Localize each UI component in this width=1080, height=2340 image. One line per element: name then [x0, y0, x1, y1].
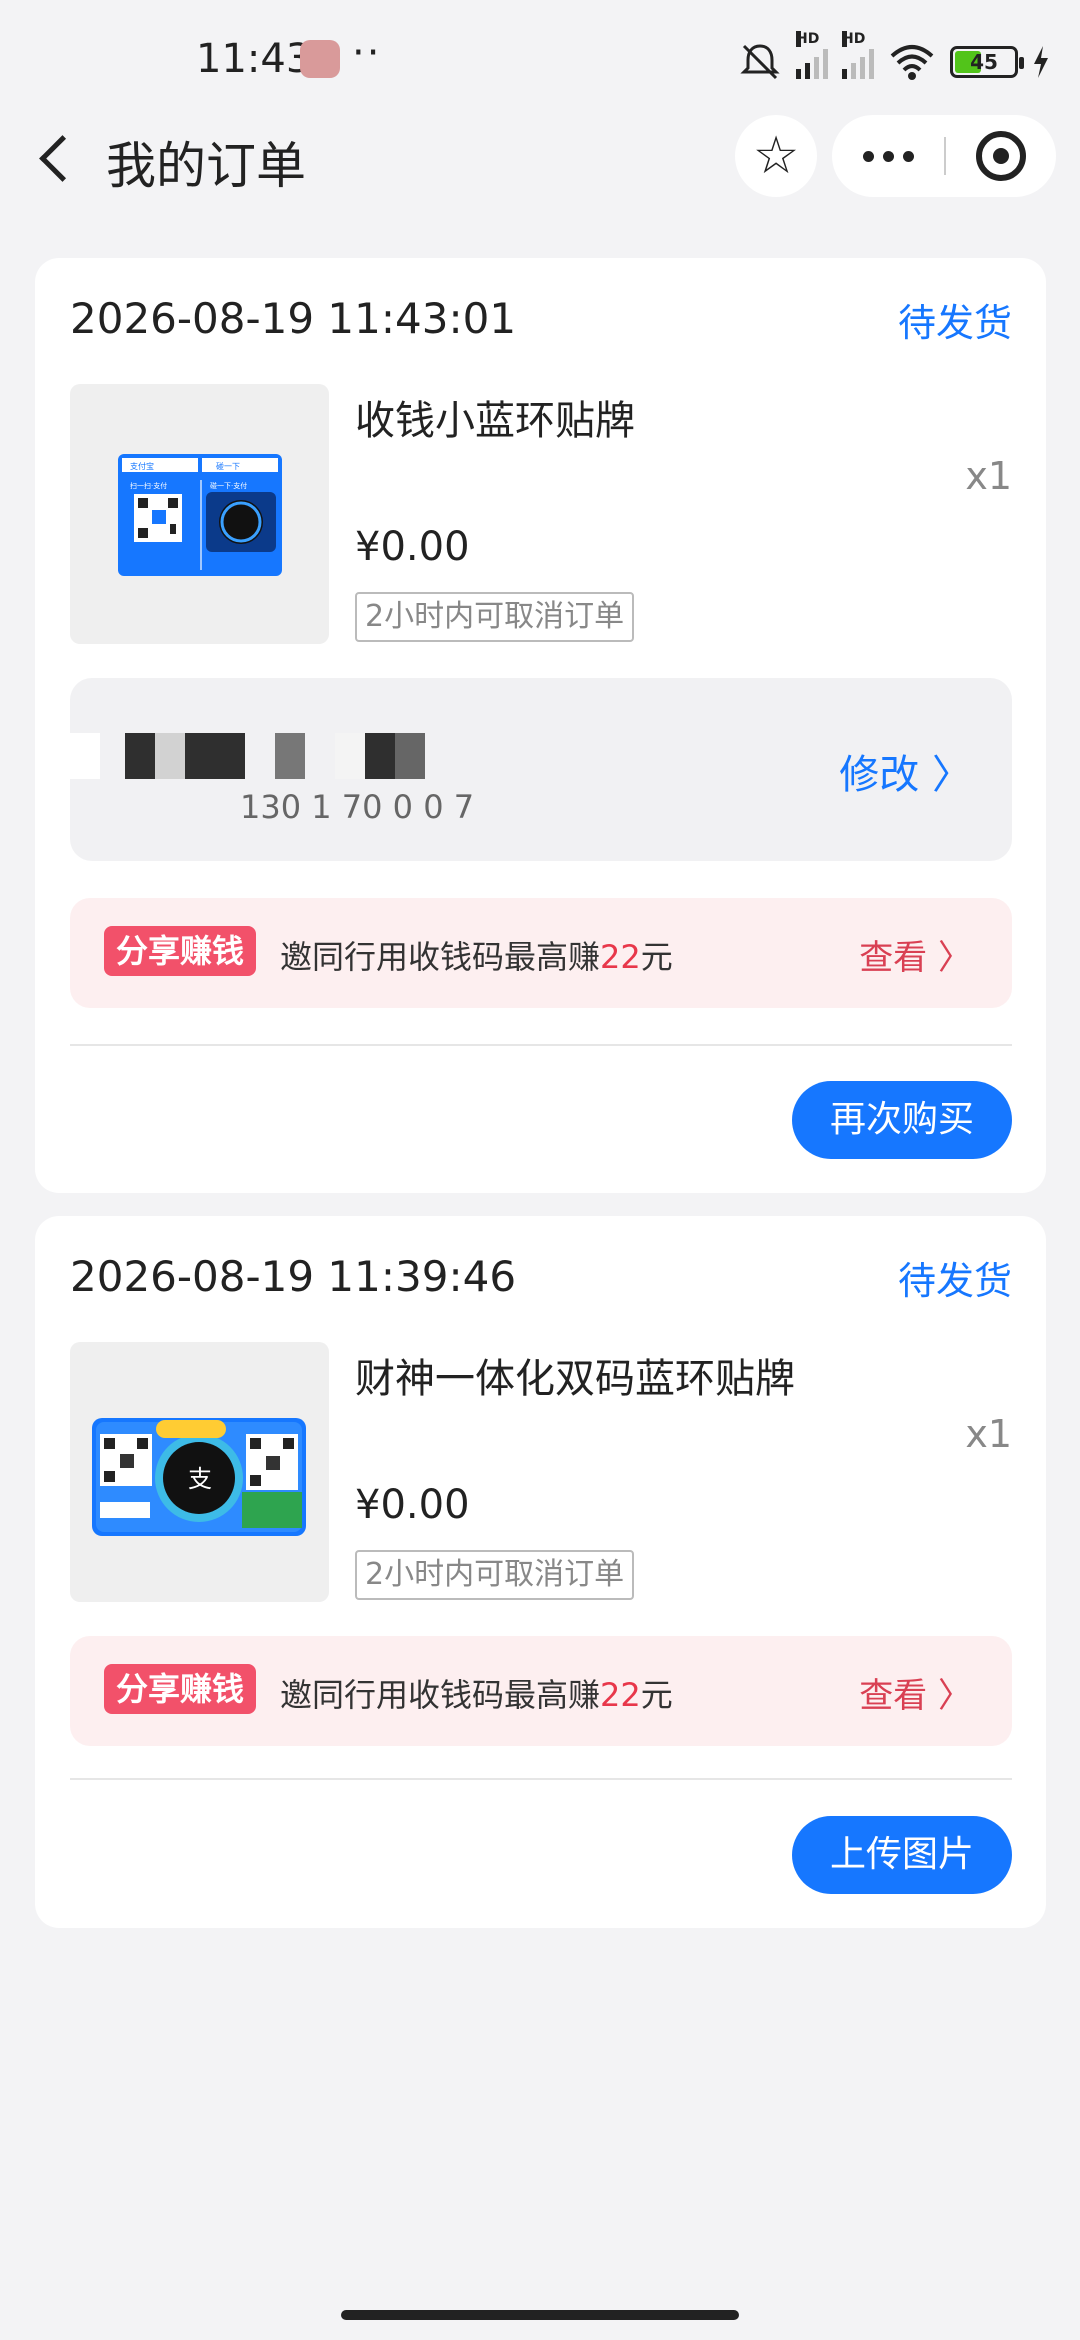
- battery-icon: 45: [950, 46, 1024, 78]
- cancel-tip-badge: 2小时内可取消订单: [355, 592, 635, 642]
- share-earn-banner[interactable]: 分享赚钱 邀同行用收钱码最高赚22元 查看 〉: [70, 1636, 1012, 1746]
- nav-bar: 我的订单 ☆: [0, 112, 1080, 202]
- address-phone: 130 1 70 0 0 7: [240, 788, 475, 826]
- promo-text: 邀同行用收钱码最高赚22元: [280, 938, 673, 976]
- promo-tag: 分享赚钱: [104, 926, 257, 976]
- product-name[interactable]: 财神一体化双码蓝环贴牌: [355, 1346, 795, 1404]
- order-card: 2026-08-19 11:43:01 待发货 支付宝 碰一下 扫一扫·支付 碰…: [35, 258, 1046, 1193]
- promo-view-link[interactable]: 查看 〉: [859, 1668, 972, 1717]
- back-button[interactable]: [30, 128, 90, 188]
- signal-icon-2: HD: [842, 31, 874, 79]
- promo-amount: 22: [600, 1676, 641, 1714]
- product-name[interactable]: 收钱小蓝环贴牌: [355, 388, 635, 446]
- product-thumbnail[interactable]: 支: [70, 1342, 329, 1602]
- status-bar: 11:43 ·· HD HD 45: [0, 0, 1080, 120]
- upload-image-button[interactable]: 上传图片: [792, 1816, 1012, 1894]
- product-quantity: x1: [965, 1412, 1012, 1456]
- product-thumbnail[interactable]: 支付宝 碰一下 扫一扫·支付 碰一下·支付: [70, 384, 329, 644]
- battery-level: 45: [970, 50, 998, 74]
- promo-tag: 分享赚钱: [104, 1664, 257, 1714]
- svg-text:碰一下·支付: 碰一下·支付: [210, 481, 247, 490]
- order-card: 2026-08-19 11:39:46 待发货 支 财神一体化双码蓝环贴牌 x1…: [35, 1216, 1046, 1928]
- close-target-icon: [976, 131, 1026, 181]
- shipping-address[interactable]: 130 1 70 0 0 7 修改 〉: [70, 678, 1012, 861]
- svg-text:碰一下: 碰一下: [216, 461, 240, 471]
- mini-program-capsule: [832, 115, 1056, 197]
- status-dots: ··: [352, 30, 382, 76]
- status-time: 11:43: [196, 36, 312, 82]
- home-indicator[interactable]: [341, 2310, 739, 2320]
- divider: [70, 1044, 1012, 1046]
- promo-text: 邀同行用收钱码最高赚22元: [280, 1676, 673, 1714]
- promo-amount: 22: [600, 938, 641, 976]
- order-time: 2026-08-19 11:43:01: [70, 294, 517, 343]
- wifi-icon: [890, 45, 934, 80]
- cancel-tip-badge: 2小时内可取消订单: [355, 1550, 635, 1600]
- promo-view-link[interactable]: 查看 〉: [859, 930, 972, 979]
- edit-address-button[interactable]: 修改 〉: [839, 742, 972, 800]
- page-title: 我的订单: [106, 137, 306, 195]
- payment-sticker-image: 支付宝 碰一下 扫一扫·支付 碰一下·支付: [118, 454, 282, 576]
- buy-again-button[interactable]: 再次购买: [792, 1081, 1012, 1159]
- status-indicators: HD HD 45: [738, 31, 1050, 84]
- more-dots-icon: [862, 150, 874, 162]
- star-outline-icon: ☆: [752, 126, 800, 186]
- svg-text:扫一扫·支付: 扫一扫·支付: [130, 481, 167, 490]
- app-notification-icon: [300, 40, 340, 78]
- payment-sticker-image: 支: [92, 1418, 306, 1536]
- order-time: 2026-08-19 11:39:46: [70, 1252, 517, 1301]
- mute-vibrate-icon: [740, 44, 780, 80]
- order-status: 待发货: [897, 1259, 1012, 1303]
- product-quantity: x1: [965, 454, 1012, 498]
- redacted-address: [70, 693, 510, 813]
- more-button[interactable]: [832, 115, 944, 197]
- product-price: ¥0.00: [355, 1482, 470, 1528]
- product-price: ¥0.00: [355, 524, 470, 570]
- share-earn-banner[interactable]: 分享赚钱 邀同行用收钱码最高赚22元 查看 〉: [70, 898, 1012, 1008]
- svg-text:支: 支: [188, 1465, 212, 1493]
- order-status: 待发货: [897, 301, 1012, 345]
- signal-icon-1: HD: [796, 31, 828, 79]
- divider: [70, 1778, 1012, 1780]
- charging-icon: [1034, 46, 1048, 78]
- favorite-button[interactable]: ☆: [735, 115, 817, 197]
- svg-text:支付宝: 支付宝: [130, 461, 154, 471]
- close-button[interactable]: [946, 115, 1056, 197]
